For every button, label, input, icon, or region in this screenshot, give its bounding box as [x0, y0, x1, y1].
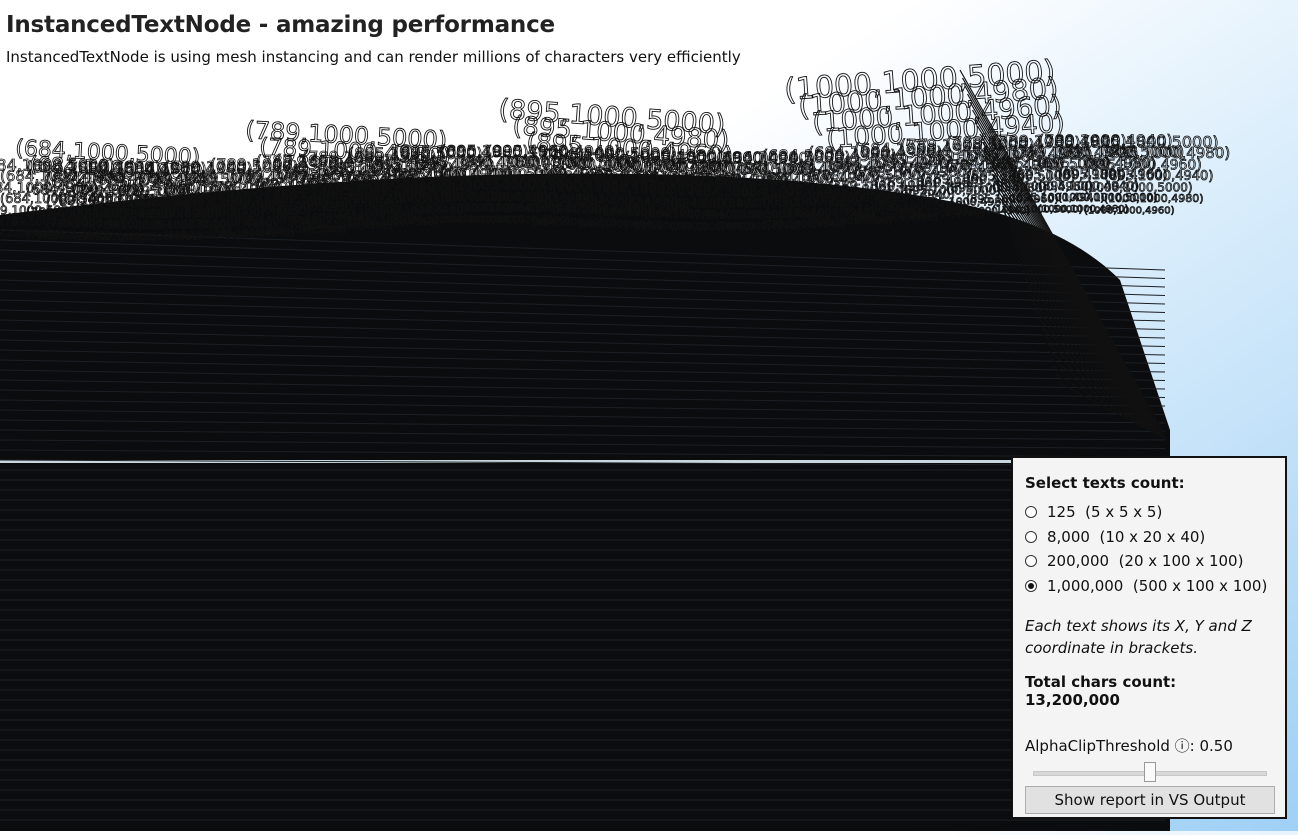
page-title: InstancedTextNode - amazing performance: [6, 12, 555, 38]
radio-1000000[interactable]: [1025, 579, 1037, 592]
option-200000[interactable]: 200,000 (20 x 100 x 100): [1025, 549, 1273, 574]
texts-count-heading: Select texts count:: [1025, 474, 1185, 492]
option-1000000[interactable]: 1,000,000 (500 x 100 x 100): [1025, 574, 1273, 599]
option-8000[interactable]: 8,000 (10 x 20 x 40): [1025, 525, 1273, 550]
coordinates-note: Each text shows its X, Y and Z coordinat…: [1025, 617, 1252, 657]
dense-text-mass: [0, 173, 1170, 832]
show-report-button[interactable]: Show report in VS Output: [1025, 786, 1275, 814]
page-subtitle: InstancedTextNode is using mesh instanci…: [6, 48, 741, 66]
option-label: 200,000 (20 x 100 x 100): [1047, 552, 1244, 571]
option-label: 1,000,000 (500 x 100 x 100): [1047, 576, 1268, 595]
radio-200000[interactable]: [1025, 555, 1037, 568]
total-chars-count: Total chars count: 13,200,000: [1025, 673, 1177, 709]
header: InstancedTextNode - amazing performance …: [6, 12, 741, 66]
radio-8000[interactable]: [1025, 530, 1037, 543]
coordinate-label: (1000,1000,4960): [1084, 205, 1175, 216]
option-125[interactable]: 125 (5 x 5 x 5): [1025, 500, 1273, 525]
settings-panel: Select texts count: 125 (5 x 5 x 5) 8,00…: [1011, 456, 1287, 819]
coordinate-label: (1000,1000,4980): [1104, 192, 1204, 205]
alpha-clip-threshold-slider[interactable]: [1033, 760, 1267, 786]
alpha-clip-threshold-label: AlphaClipThreshold ⓘ: 0.50: [1025, 737, 1233, 755]
option-label: 8,000 (10 x 20 x 40): [1047, 527, 1206, 546]
option-label: 125 (5 x 5 x 5): [1047, 503, 1163, 522]
slider-thumb[interactable]: [1144, 762, 1156, 782]
radio-125[interactable]: [1025, 506, 1037, 519]
